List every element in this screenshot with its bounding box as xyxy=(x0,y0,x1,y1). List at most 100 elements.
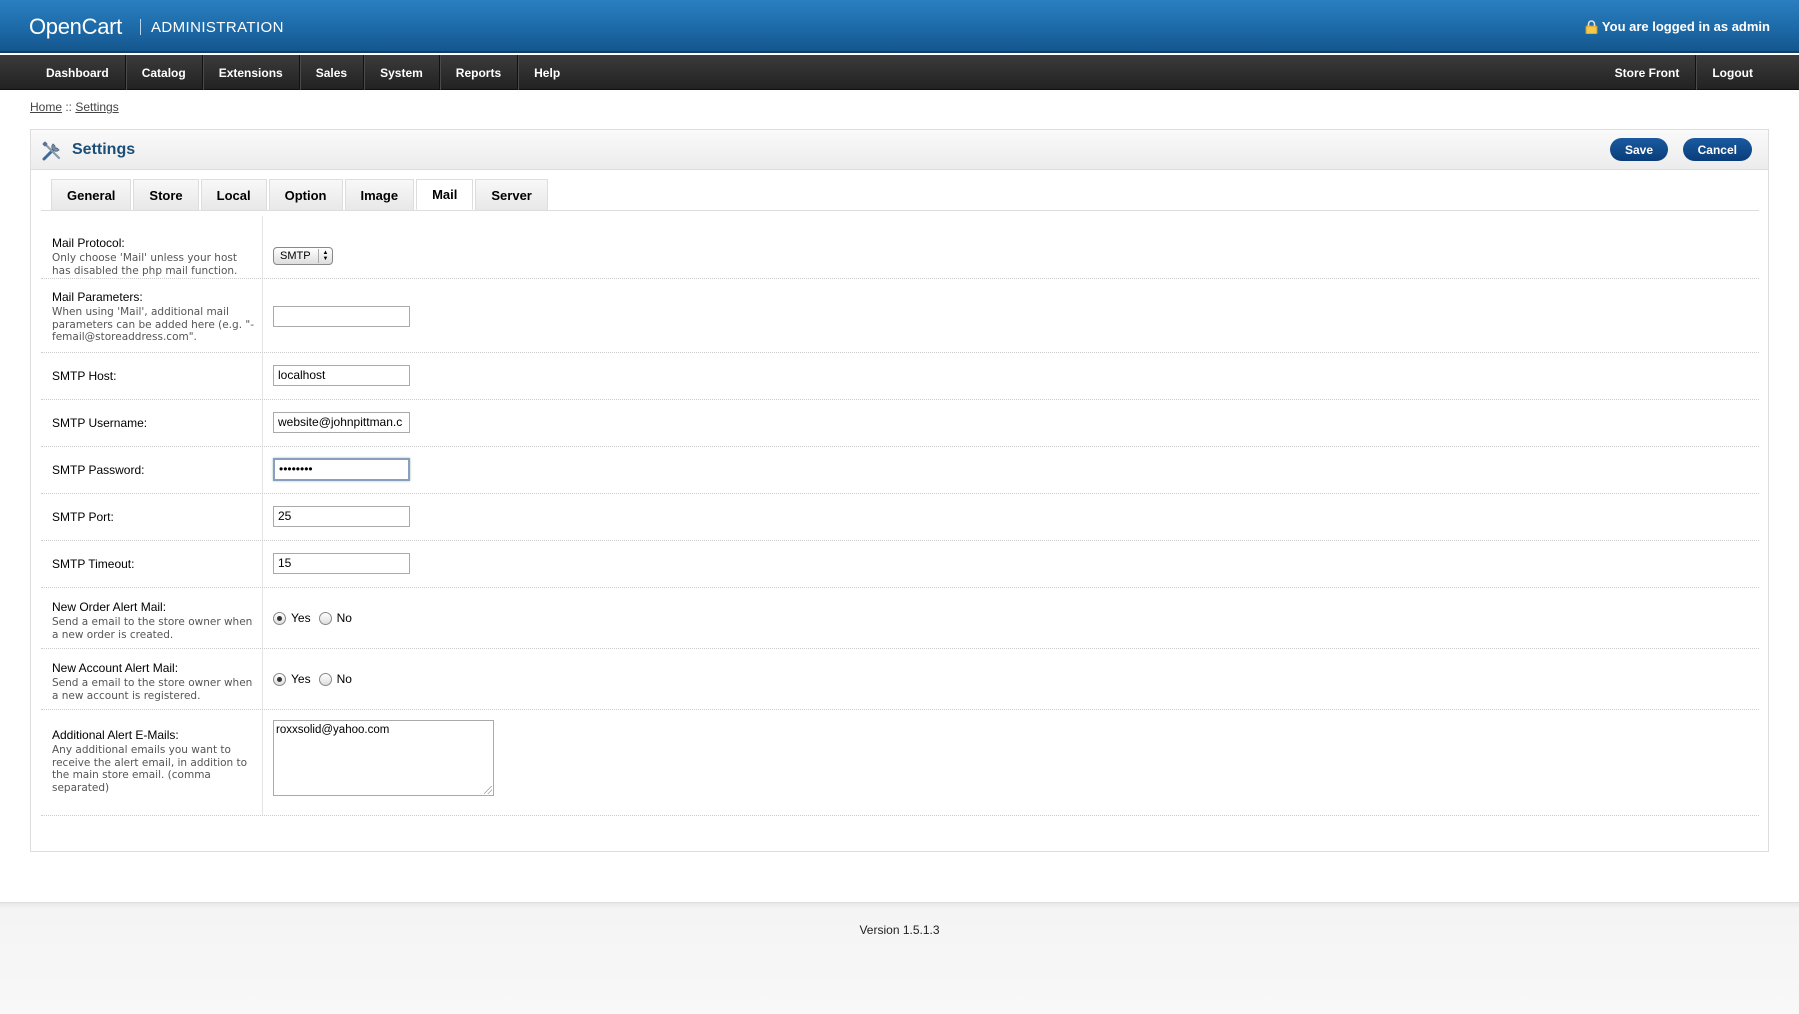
mail-protocol-value: SMTP xyxy=(280,250,311,262)
new-account-alert-yes-label[interactable]: Yes xyxy=(291,672,311,686)
tab-local[interactable]: Local xyxy=(200,179,267,210)
form-row-mail-parameters: Mail Parameters: When using 'Mail', addi… xyxy=(41,279,1759,353)
settings-box: Settings Save Cancel General Store Local… xyxy=(30,129,1769,852)
smtp-timeout-input[interactable]: 15 xyxy=(273,553,410,574)
form-row-mail-protocol: Mail Protocol: Only choose 'Mail' unless… xyxy=(41,216,1759,279)
tab-mail[interactable]: Mail xyxy=(416,179,474,210)
mail-parameters-label: Mail Parameters: When using 'Mail', addi… xyxy=(52,290,257,344)
new-account-alert-no-radio[interactable] xyxy=(318,672,332,686)
form-row-smtp-password: SMTP Password: •••••••• xyxy=(41,447,1759,494)
smtp-host-input[interactable]: localhost xyxy=(273,365,410,386)
main-menu: Dashboard Catalog Extensions Sales Syste… xyxy=(0,55,1799,90)
footer xyxy=(0,902,1799,1014)
menu-item-dashboard[interactable]: Dashboard xyxy=(30,55,126,90)
smtp-timeout-label: SMTP Timeout: xyxy=(52,557,135,571)
form-row-new-order-alert: New Order Alert Mail: Send a email to th… xyxy=(41,588,1759,649)
smtp-password-label: SMTP Password: xyxy=(52,463,145,477)
settings-tools-icon xyxy=(42,141,61,161)
column-divider xyxy=(262,279,263,352)
box-heading: Settings Save Cancel xyxy=(31,130,1768,170)
mail-protocol-label: Mail Protocol: Only choose 'Mail' unless… xyxy=(52,236,257,277)
new-account-alert-label-text: New Account Alert Mail: xyxy=(52,661,179,675)
form-row-new-account-alert: New Account Alert Mail: Send a email to … xyxy=(41,649,1759,710)
new-order-alert-no-radio[interactable] xyxy=(318,611,332,625)
mail-protocol-label-text: Mail Protocol: xyxy=(52,236,125,250)
tab-store[interactable]: Store xyxy=(133,179,199,210)
form-row-smtp-username: SMTP Username: website@johnpittman.c xyxy=(41,400,1759,447)
cancel-button[interactable]: Cancel xyxy=(1682,138,1752,161)
logged-in-status: You are logged in as admin xyxy=(1585,19,1770,34)
admin-subtitle: ADMINISTRATION xyxy=(151,19,284,36)
menu-item-catalog[interactable]: Catalog xyxy=(126,55,203,90)
menu-right: Store Front Logout xyxy=(1599,55,1769,90)
tabs-divider xyxy=(41,210,1759,211)
new-account-alert-radios: Yes No xyxy=(273,672,360,686)
smtp-username-label: SMTP Username: xyxy=(52,416,148,430)
menu-item-help[interactable]: Help xyxy=(518,55,576,90)
menu-item-reports[interactable]: Reports xyxy=(440,55,519,90)
new-account-alert-hint: Send a email to the store owner when a n… xyxy=(52,677,253,702)
save-button[interactable]: Save xyxy=(1609,138,1668,161)
mail-parameters-input[interactable] xyxy=(273,306,410,327)
menu-item-extensions[interactable]: Extensions xyxy=(203,55,300,90)
new-order-alert-label-text: New Order Alert Mail: xyxy=(52,600,167,614)
header: OpenCart ADMINISTRATION You are logged i… xyxy=(0,0,1799,53)
new-order-alert-no-label[interactable]: No xyxy=(337,611,352,625)
logged-in-text: You are logged in as admin xyxy=(1601,19,1770,34)
new-order-alert-yes-radio[interactable] xyxy=(273,611,286,625)
column-divider xyxy=(262,494,263,540)
additional-emails-label: Additional Alert E-Mails: Any additional… xyxy=(52,728,257,794)
smtp-username-input[interactable]: website@johnpittman.c xyxy=(273,412,410,433)
updown-arrow-icon: ▲ ▼ xyxy=(318,249,332,263)
page-title: Settings xyxy=(72,141,136,158)
menu-item-system[interactable]: System xyxy=(364,55,440,90)
column-divider xyxy=(262,353,263,399)
menu-item-logout[interactable]: Logout xyxy=(1696,55,1769,90)
tab-option[interactable]: Option xyxy=(268,179,343,210)
form-row-smtp-host: SMTP Host: localhost xyxy=(41,353,1759,400)
menu-left: Dashboard Catalog Extensions Sales Syste… xyxy=(30,55,576,90)
mail-protocol-hint: Only choose 'Mail' unless your host has … xyxy=(52,252,238,277)
menu-item-store-front[interactable]: Store Front xyxy=(1599,55,1697,90)
smtp-host-label: SMTP Host: xyxy=(52,369,117,383)
column-divider xyxy=(262,649,263,709)
mail-parameters-label-text: Mail Parameters: xyxy=(52,290,143,304)
new-order-alert-label: New Order Alert Mail: Send a email to th… xyxy=(52,600,257,641)
form-row-smtp-port: SMTP Port: 25 xyxy=(41,494,1759,541)
new-account-alert-yes-radio[interactable] xyxy=(273,672,286,686)
tab-image[interactable]: Image xyxy=(344,179,415,210)
breadcrumb: Home :: Settings xyxy=(30,100,119,114)
column-divider xyxy=(262,541,263,587)
opencart-logo[interactable]: OpenCart xyxy=(29,14,122,40)
menu-item-sales[interactable]: Sales xyxy=(300,55,365,90)
additional-emails-value: roxxsolid@yahoo.com xyxy=(276,724,390,736)
additional-emails-label-text: Additional Alert E-Mails: xyxy=(52,728,179,742)
settings-tabs: General Store Local Option Image Mail Se… xyxy=(51,179,550,210)
breadcrumb-separator: :: xyxy=(62,100,76,114)
new-account-alert-no-label[interactable]: No xyxy=(337,672,352,686)
smtp-port-input[interactable]: 25 xyxy=(273,506,410,527)
resize-handle-icon[interactable] xyxy=(484,786,492,794)
smtp-password-input[interactable]: •••••••• xyxy=(273,458,410,481)
lock-icon xyxy=(1585,19,1598,34)
version-text: Version 1.5.1.3 xyxy=(859,923,940,937)
form-row-additional-alert-emails: Additional Alert E-Mails: Any additional… xyxy=(41,710,1759,816)
additional-emails-textarea[interactable]: roxxsolid@yahoo.com xyxy=(273,720,494,796)
new-order-alert-radios: Yes No xyxy=(273,611,360,625)
breadcrumb-home[interactable]: Home xyxy=(30,100,62,114)
mail-parameters-hint: When using 'Mail', additional mail param… xyxy=(52,306,254,343)
new-account-alert-label: New Account Alert Mail: Send a email to … xyxy=(52,661,257,702)
logo-divider xyxy=(140,19,141,35)
new-order-alert-hint: Send a email to the store owner when a n… xyxy=(52,616,253,641)
additional-emails-hint: Any additional emails you want to receiv… xyxy=(52,744,248,794)
column-divider xyxy=(262,588,263,648)
new-order-alert-yes-label[interactable]: Yes xyxy=(291,611,311,625)
column-divider xyxy=(262,400,263,446)
tab-general[interactable]: General xyxy=(51,179,132,210)
column-divider xyxy=(262,447,263,493)
mail-protocol-select[interactable]: SMTP ▲ ▼ xyxy=(273,247,333,265)
column-divider xyxy=(262,216,263,278)
smtp-port-label: SMTP Port: xyxy=(52,510,114,524)
tab-server[interactable]: Server xyxy=(475,179,548,210)
breadcrumb-settings[interactable]: Settings xyxy=(75,100,118,114)
